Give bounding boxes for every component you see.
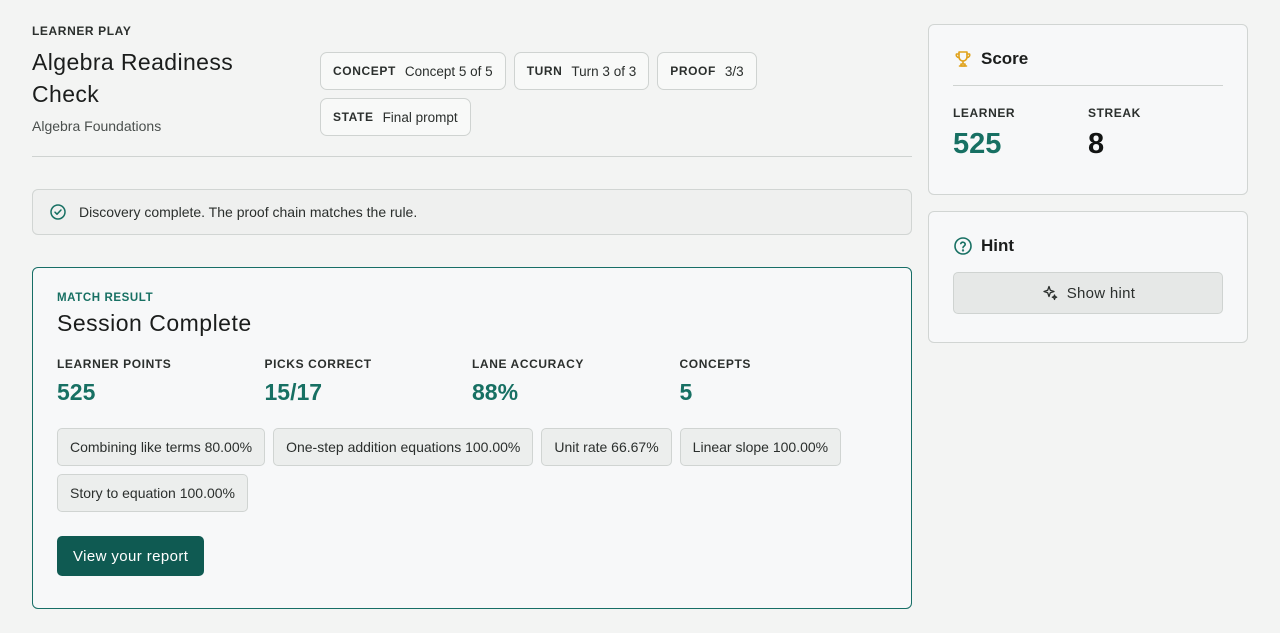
result-stats: LEARNER POINTS 525 PICKS CORRECT 15/17 L… [57, 357, 887, 406]
sparkles-icon [1041, 284, 1059, 302]
chip-proof: PROOF 3/3 [657, 52, 757, 90]
chip-proof-value: 3/3 [724, 63, 744, 79]
stat-label: CONCEPTS [679, 357, 751, 371]
trophy-icon [953, 49, 973, 69]
match-result-card: MATCH RESULT Session Complete LEARNER PO… [32, 267, 912, 609]
concept-tag: Unit rate 66.67% [541, 428, 672, 466]
chip-state: STATE Final prompt [320, 98, 471, 136]
check-circle-icon [50, 204, 66, 220]
status-chips: CONCEPT Concept 5 of 5 TURN Turn 3 of 3 … [320, 52, 800, 136]
stat-label: LANE ACCURACY [472, 357, 585, 371]
show-hint-label: Show hint [1066, 284, 1136, 302]
stat-learner-points: LEARNER POINTS 525 [57, 357, 265, 406]
stat-label: LEARNER POINTS [57, 357, 172, 371]
chip-turn-value: Turn 3 of 3 [571, 63, 637, 79]
chip-concept: CONCEPT Concept 5 of 5 [320, 52, 506, 90]
hint-header: Hint [953, 236, 1223, 256]
streak-score: STREAK 8 [1088, 106, 1223, 161]
hint-title: Hint [981, 236, 1015, 255]
stat-label: PICKS CORRECT [264, 357, 372, 371]
score-header: Score [953, 49, 1223, 86]
main-panel: LEARNER PLAY Algebra Readiness Check Alg… [32, 24, 912, 609]
streak-value: 8 [1088, 128, 1105, 160]
page-eyebrow: LEARNER PLAY [32, 24, 132, 38]
streak-label: STREAK [1088, 106, 1141, 120]
score-card: Score LEARNER 525 STREAK 8 [928, 24, 1248, 195]
stat-value: 525 [57, 379, 96, 405]
result-eyebrow: MATCH RESULT [57, 292, 154, 304]
concept-tag: One-step addition equations 100.00% [273, 428, 534, 466]
result-title: Session Complete [57, 310, 252, 336]
chip-concept-key: CONCEPT [333, 64, 396, 78]
view-report-button[interactable]: View your report [57, 536, 205, 576]
page-subtitle: Algebra Foundations [32, 118, 162, 134]
hint-card: Hint Show hint [928, 211, 1248, 343]
concept-tag: Combining like terms 80.00% [57, 428, 266, 466]
learner-value: 525 [953, 128, 1002, 160]
score-title: Score [981, 49, 1029, 68]
chip-proof-key: PROOF [670, 64, 716, 78]
learner-label: LEARNER [953, 106, 1016, 120]
score-values: LEARNER 525 STREAK 8 [953, 106, 1223, 161]
concept-tag: Linear slope 100.00% [679, 428, 842, 466]
chip-state-key: STATE [333, 110, 374, 124]
concept-tag: Story to equation 100.00% [57, 474, 249, 512]
stat-concepts: CONCEPTS 5 [680, 357, 888, 406]
stat-value: 5 [679, 379, 693, 405]
chip-turn-key: TURN [526, 64, 563, 78]
chip-concept-value: Concept 5 of 5 [404, 63, 493, 79]
stat-value: 15/17 [264, 379, 323, 405]
stat-value: 88% [472, 379, 519, 405]
chip-state-value: Final prompt [382, 109, 458, 125]
help-circle-icon [953, 236, 973, 256]
stat-picks-correct: PICKS CORRECT 15/17 [265, 357, 473, 406]
show-hint-button[interactable]: Show hint [953, 272, 1223, 314]
stat-lane-accuracy: LANE ACCURACY 88% [472, 357, 680, 406]
chip-turn: TURN Turn 3 of 3 [513, 52, 650, 90]
alert-text: Discovery complete. The proof chain matc… [79, 204, 418, 220]
page-header: LEARNER PLAY Algebra Readiness Check Alg… [32, 24, 912, 157]
learner-score: LEARNER 525 [953, 106, 1088, 161]
page-title: Algebra Readiness Check [32, 49, 234, 107]
concept-accuracy-tags: Combining like terms 80.00% One-step add… [57, 428, 897, 512]
discovery-alert: Discovery complete. The proof chain matc… [32, 189, 912, 235]
